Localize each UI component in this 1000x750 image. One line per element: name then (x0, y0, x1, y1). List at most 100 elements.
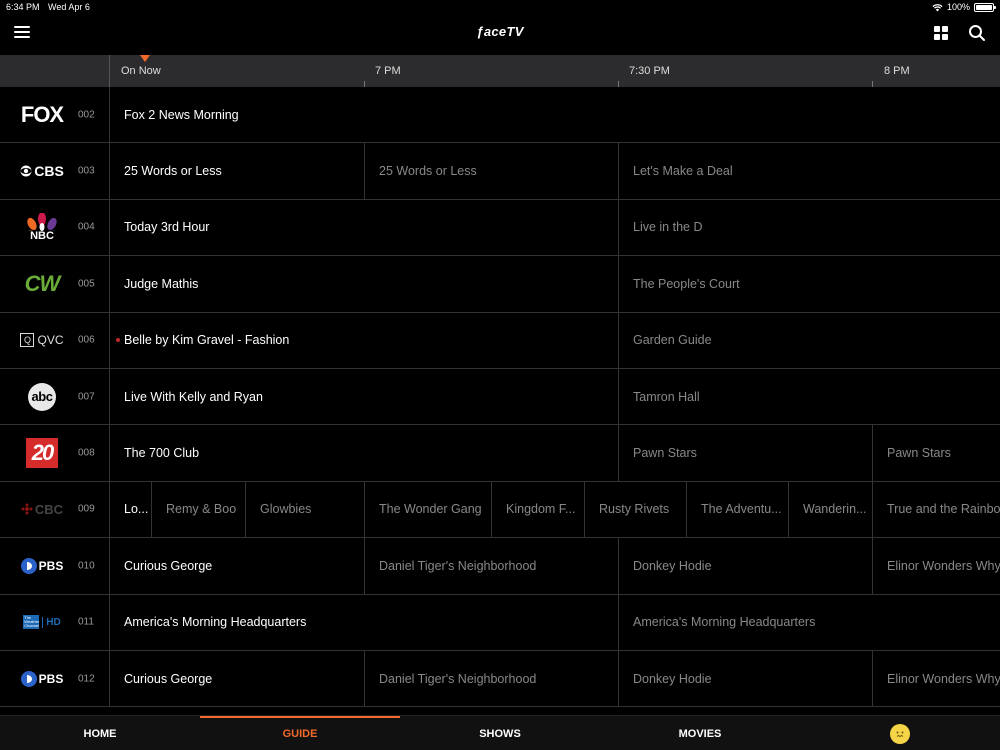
tab-guide[interactable]: GUIDE (200, 716, 400, 750)
program-title: True and the Rainbow (887, 502, 1000, 517)
nbc-logo-text: NBC (30, 229, 54, 242)
app-header: ƒaceTV (0, 14, 1000, 54)
program-cell[interactable]: Lo... (110, 481, 152, 538)
program-cell[interactable]: 25 Words or Less (365, 143, 619, 199)
tab-label: SHOWS (479, 727, 521, 740)
program-title: Live in the D (633, 220, 703, 235)
cbc-logo: CBC (18, 482, 66, 537)
qvc-logo: Q QVC (18, 313, 66, 368)
program-title: America's Morning Headquarters (633, 615, 816, 630)
program-cell[interactable]: Let's Make a Deal (619, 143, 1000, 198)
program-cell[interactable]: Rusty Rivets (585, 481, 687, 538)
program-cell[interactable]: Judge Mathis (110, 256, 619, 312)
profile-avatar-icon (890, 723, 910, 744)
channel-number: 005 (78, 278, 95, 290)
battery-icon (974, 2, 996, 12)
program-cell[interactable]: Live With Kelly and Ryan (110, 368, 619, 425)
tab-home[interactable]: HOME (0, 716, 200, 750)
channel-row: PBS 012 Curious George Daniel Tiger's Ne… (0, 650, 1000, 708)
grid-view-icon[interactable] (934, 26, 948, 40)
channel-cell[interactable]: abc 007 (0, 368, 110, 425)
channel-cell[interactable]: The Weather Channel HD 011 (0, 594, 110, 650)
channel-row: CBC 009 Lo... Remy & Boo Glowbies The Wo… (0, 481, 1000, 539)
program-title: Elinor Wonders Why (887, 558, 1000, 573)
qvc-logo-text: QVC (37, 333, 64, 348)
program-cell[interactable]: The People's Court (619, 256, 1000, 311)
program-cell[interactable]: Daniel Tiger's Neighborhood (365, 538, 619, 594)
program-cell[interactable]: The Adventu... (687, 481, 789, 538)
program-cell[interactable]: Pawn Stars (873, 425, 1000, 480)
program-cell[interactable]: Curious George (110, 650, 365, 707)
channel-cell[interactable]: PBS 012 (0, 650, 110, 707)
channel-row: CBS 003 25 Words or Less 25 Words or Les… (0, 143, 1000, 200)
channel-cell[interactable]: Q QVC 006 (0, 312, 110, 368)
program-cell[interactable]: America's Morning Headquarters (619, 595, 1000, 650)
program-cell[interactable]: True and the Rainbow (873, 482, 1000, 537)
channel-cell[interactable]: CW 005 (0, 256, 110, 312)
program-cell[interactable]: Kingdom F... (492, 481, 585, 538)
pbs-logo: PBS (18, 651, 66, 706)
timeline-slot: 7:30 PM (629, 65, 670, 77)
program-title: The People's Court (633, 276, 740, 291)
abc-logo: abc (18, 369, 66, 424)
tab-label: HOME (83, 727, 117, 740)
search-icon[interactable] (968, 24, 986, 42)
program-cell[interactable]: Donkey Hodie (619, 538, 873, 594)
status-indicators: 100% (932, 2, 996, 12)
program-cell[interactable]: America's Morning Headquarters (110, 594, 619, 650)
weather-channel-icon: The Weather Channel (23, 615, 40, 630)
channel-row: FOX 002 Fox 2 News Morning (0, 87, 1000, 144)
program-title: Kingdom F... (506, 502, 576, 517)
channel-number: 007 (78, 391, 95, 403)
program-title: Let's Make a Deal (633, 164, 733, 179)
pbs-head-icon (20, 670, 37, 687)
program-cell[interactable]: Live in the D (619, 200, 1000, 255)
cbs-logo-text: CBS (34, 163, 64, 180)
program-cell[interactable]: Elinor Wonders Why (873, 538, 1000, 593)
status-time: 6:34 PM (6, 2, 40, 12)
weather-channel-logo: The Weather Channel HD (18, 595, 66, 650)
program-cell[interactable]: Fox 2 News Morning (110, 87, 1000, 142)
hd-badge: HD (42, 616, 61, 628)
program-cell[interactable]: The Wonder Gang (365, 481, 492, 538)
cbc-gem-icon (21, 503, 33, 515)
program-cell[interactable]: Glowbies (246, 481, 365, 538)
program-cell[interactable]: Wanderin... (789, 481, 873, 538)
tab-shows[interactable]: SHOWS (400, 716, 600, 750)
program-cell[interactable]: The 700 Club (110, 425, 619, 481)
program-cell[interactable]: Tamron Hall (619, 369, 1000, 424)
channel-cell[interactable]: CBS 003 (0, 143, 110, 199)
program-title: Wanderin... (803, 502, 867, 517)
tab-profile[interactable] (800, 716, 1000, 750)
cbs-logo: CBS (18, 143, 66, 198)
program-title: Live With Kelly and Ryan (124, 389, 263, 404)
pbs-logo-text: PBS (38, 671, 64, 686)
channel-number: 011 (78, 616, 94, 628)
program-cell[interactable]: Garden Guide (619, 313, 1000, 368)
program-cell[interactable]: 25 Words or Less (110, 143, 365, 199)
program-cell[interactable]: Today 3rd Hour (110, 199, 619, 256)
program-cell[interactable]: Daniel Tiger's Neighborhood (365, 650, 619, 707)
program-title: Belle by Kim Gravel - Fashion (124, 333, 290, 348)
program-cell[interactable]: Curious George (110, 538, 365, 594)
program-cell[interactable]: Belle by Kim Gravel - Fashion (110, 312, 619, 368)
program-title: Daniel Tiger's Neighborhood (379, 558, 537, 573)
channel-cell[interactable]: CBC 009 (0, 481, 110, 538)
tab-movies[interactable]: MOVIES (600, 716, 800, 750)
channel-cell[interactable]: 20 008 (0, 425, 110, 481)
cbs-eye-icon (20, 165, 32, 177)
timeline-now-label: On Now (121, 65, 161, 77)
program-cell[interactable]: Elinor Wonders Why (873, 651, 1000, 706)
program-cell[interactable]: Remy & Boo (152, 481, 246, 538)
channel-row: The Weather Channel HD 011 America's Morn… (0, 594, 1000, 651)
program-cell[interactable]: Pawn Stars (619, 425, 873, 481)
channel-cell[interactable]: PBS 010 (0, 538, 110, 594)
channel-cell[interactable]: FOX 002 (0, 87, 110, 143)
program-title: 25 Words or Less (124, 164, 222, 179)
channel-cell[interactable]: NBC 004 (0, 199, 110, 256)
program-title: The Adventu... (701, 502, 782, 517)
program-cell[interactable]: Donkey Hodie (619, 650, 873, 707)
fox-logo-text: FOX (20, 101, 64, 127)
wifi-icon (932, 3, 943, 11)
channel-row: PBS 010 Curious George Daniel Tiger's Ne… (0, 538, 1000, 595)
